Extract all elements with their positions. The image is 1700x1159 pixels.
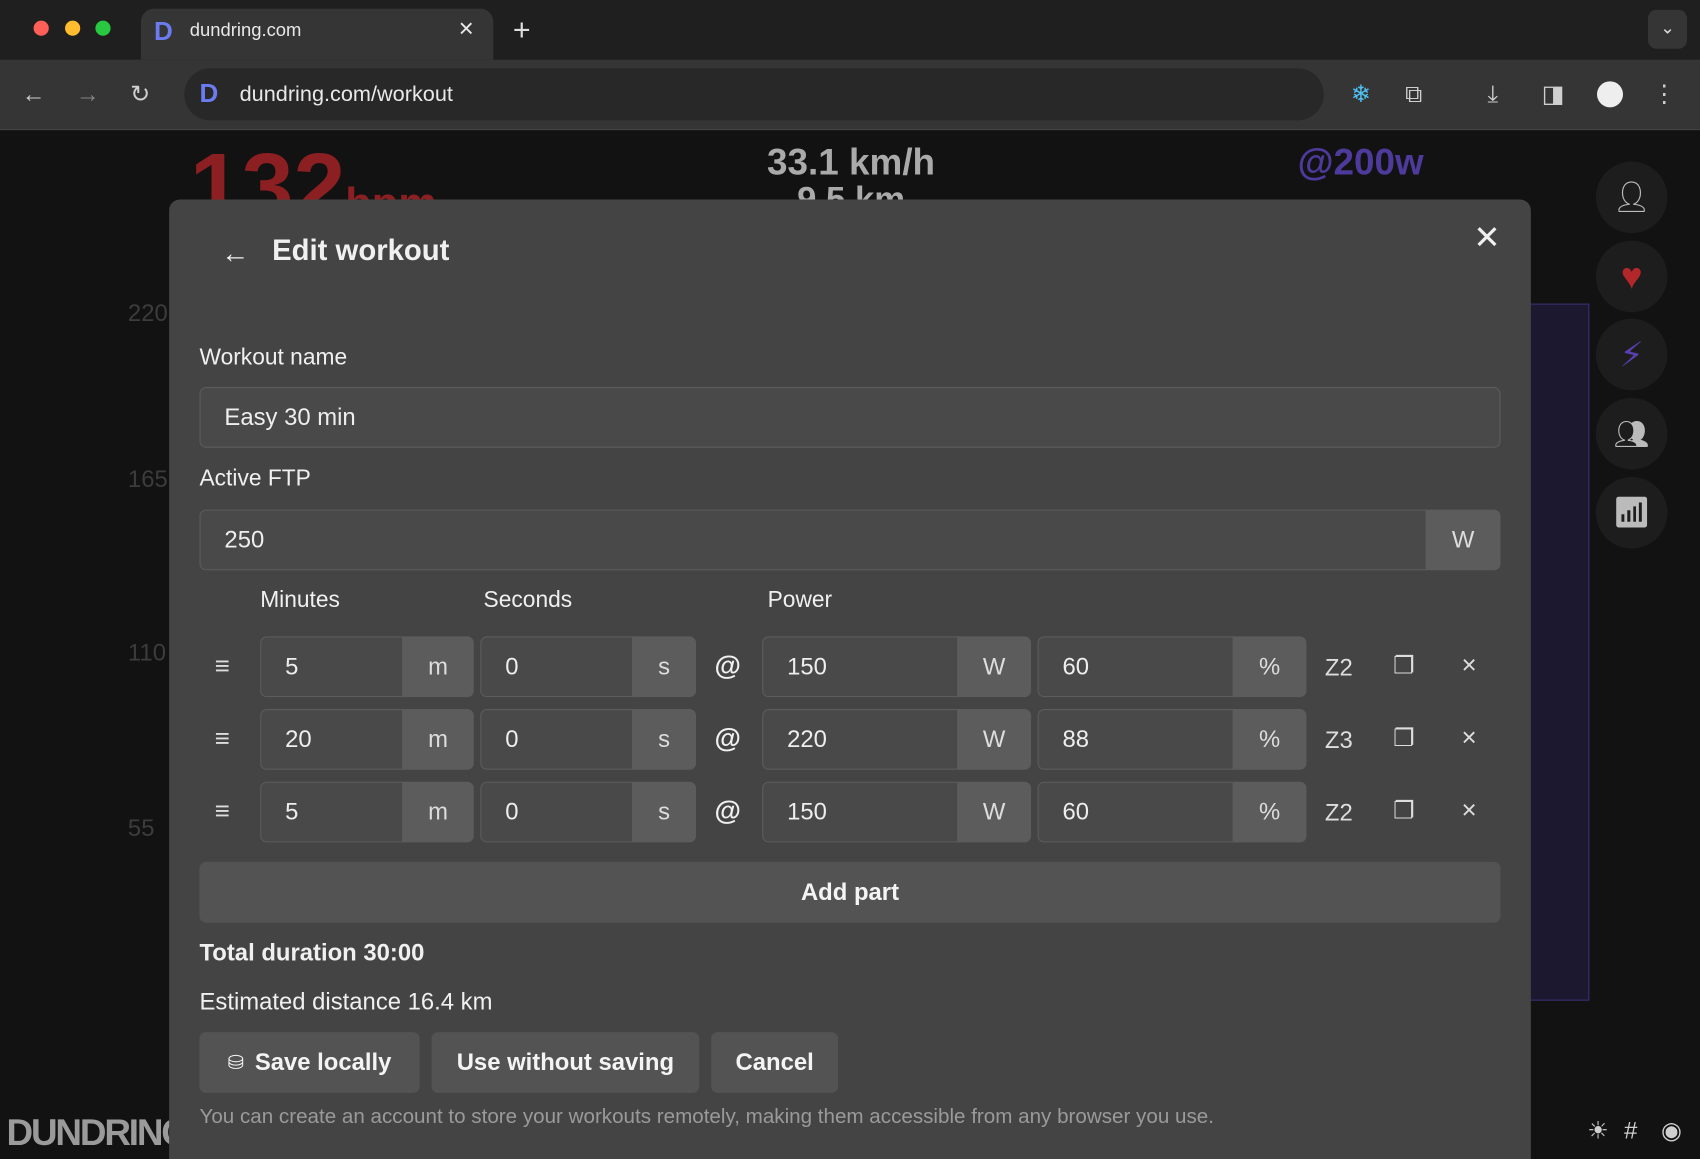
at-symbol: @ [714,723,741,754]
extensions-icon[interactable]: ⧉ [1405,81,1422,107]
drag-handle-icon[interactable]: ≡ [215,724,230,754]
group-ride-button[interactable]: 👥︎ [1595,397,1668,470]
watts-unit: W [957,636,1032,698]
watts-unit: W [957,781,1032,843]
ftp-percent-input[interactable]: 88 [1037,709,1234,770]
seconds-input[interactable]: 0 [480,781,634,843]
remove-part-icon[interactable]: × [1461,723,1476,753]
github-icon[interactable]: ◉ [1661,1117,1682,1144]
url-text: dundring.com/workout [239,82,453,107]
axis-tick: 55 [127,814,155,842]
modal-title: Edit workout [272,234,450,267]
duplicate-icon[interactable]: ❐ [1393,724,1414,752]
target-power-readout: @200w [1297,142,1424,184]
close-window-button[interactable] [33,20,49,36]
seconds-input[interactable]: 0 [480,636,634,698]
edit-workout-modal: ← Edit workout ✕ Workout name Easy 30 mi… [169,199,1531,1159]
ftp-unit: W [1425,509,1501,571]
axis-tick: 165 [127,465,168,493]
cancel-button[interactable]: Cancel [711,1032,839,1093]
at-symbol: @ [714,795,741,827]
zone-label: Z2 [1324,799,1353,827]
estimated-distance: Estimated distance 16.4 km [199,987,493,1015]
profile-button[interactable]: 👤︎ [1595,161,1668,234]
profile-avatar-icon[interactable] [1596,81,1624,108]
minutes-input[interactable]: 5 [260,636,404,698]
minutes-unit: m [402,781,474,843]
add-part-button[interactable]: Add part [199,861,1501,923]
power-column-header: Power [767,587,833,613]
percent-unit: % [1232,709,1307,770]
bar-chart-icon: 📶︎ [1612,495,1651,530]
axis-tick: 220 [127,299,168,327]
remove-part-icon[interactable]: × [1461,796,1476,826]
drag-handle-icon[interactable]: ≡ [215,652,230,682]
theme-sun-icon[interactable]: ☀ [1587,1117,1608,1144]
zone-label: Z2 [1324,653,1353,681]
minutes-unit: m [402,709,474,770]
remove-part-icon[interactable]: × [1461,651,1476,681]
watts-input[interactable]: 150 [762,636,959,698]
dundring-logo: DUNDRING [6,1112,190,1154]
ftp-percent-input[interactable]: 60 [1037,781,1234,843]
download-icon[interactable]: ⤓ [1487,81,1498,107]
back-arrow-icon[interactable]: ← [221,236,249,270]
heart-icon: ♥ [1620,255,1643,298]
drag-handle-icon[interactable]: ≡ [215,797,230,827]
use-without-saving-button[interactable]: Use without saving [431,1032,700,1093]
snowflake-extension-icon[interactable]: ❄ [1351,81,1371,107]
reload-icon[interactable]: ↻ [130,81,150,107]
close-tab-icon[interactable]: × [459,14,474,44]
minutes-input[interactable]: 20 [260,709,404,770]
zone-label: Z3 [1324,726,1353,754]
percent-unit: % [1232,781,1307,843]
at-symbol: @ [714,650,741,681]
tab-list-chevron-icon[interactable]: ⌄ [1647,9,1687,49]
back-icon[interactable]: ← [22,81,46,107]
browser-tab[interactable]: D dundring.com × [140,8,494,60]
tab-title: dundring.com [189,19,302,41]
seconds-unit: s [632,636,697,698]
account-note: You can create an account to store your … [199,1105,1214,1129]
site-favicon-icon: D [199,79,219,109]
workout-name-label: Workout name [199,344,348,370]
minutes-column-header: Minutes [260,587,340,613]
close-modal-icon[interactable]: ✕ [1473,219,1500,257]
minutes-unit: m [402,636,474,698]
slack-icon[interactable]: # [1624,1117,1637,1144]
hard-drive-icon: ⛁ [227,1051,244,1073]
axis-tick: 110 [127,638,166,666]
watts-unit: W [957,709,1032,770]
ftp-percent-input[interactable]: 60 [1037,636,1234,698]
power-button[interactable]: ⚡︎ [1595,318,1668,391]
new-tab-button[interactable]: + [513,13,531,48]
seconds-unit: s [632,709,697,770]
maximize-window-button[interactable] [95,20,111,36]
site-favicon-icon: D [153,17,173,47]
watts-input[interactable]: 220 [762,709,959,770]
lightning-icon: ⚡︎ [1619,335,1644,375]
percent-unit: % [1232,636,1307,698]
address-bar[interactable]: D dundring.com/workout [184,68,1324,121]
duplicate-icon[interactable]: ❐ [1393,797,1414,825]
heart-rate-button[interactable]: ♥ [1595,240,1668,313]
save-locally-button[interactable]: ⛁ Save locally [199,1032,420,1093]
ftp-input[interactable]: 250 [199,509,1427,571]
stats-button[interactable]: 📶︎ [1595,477,1668,549]
seconds-column-header: Seconds [483,587,573,613]
duplicate-icon[interactable]: ❐ [1393,652,1414,680]
user-icon: 👤︎ [1612,179,1651,214]
minutes-input[interactable]: 5 [260,781,404,843]
minimize-window-button[interactable] [65,20,81,36]
watts-input[interactable]: 150 [762,781,959,843]
side-panel-icon[interactable]: ◨ [1542,81,1565,107]
seconds-unit: s [632,781,697,843]
menu-kebab-icon[interactable]: ⋮ [1652,81,1676,107]
ftp-label: Active FTP [199,466,311,492]
seconds-input[interactable]: 0 [480,709,634,770]
workout-name-input[interactable]: Easy 30 min [199,387,1501,448]
users-icon: 👥︎ [1613,417,1650,450]
total-duration: Total duration 30:00 [199,938,425,967]
forward-icon[interactable]: → [76,81,100,107]
